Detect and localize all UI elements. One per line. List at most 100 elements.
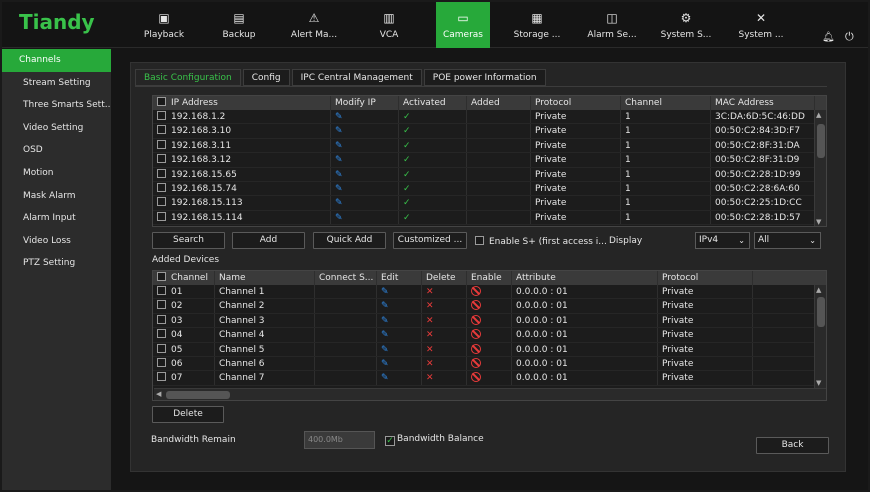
nav-alert[interactable]: ⚠ Alert Ma... <box>287 2 341 48</box>
edit-pencil-icon[interactable]: ✎ <box>335 155 343 165</box>
table-row[interactable]: 192.168.3.12 ✎ ✓ Private 1 00:50:C2:8F:31:D9 <box>153 153 826 168</box>
scroll-left-icon[interactable]: ◀ <box>156 390 161 398</box>
table-row[interactable]: 02 Channel 2 ✎ ✕ 0.0.0.0 : 01 Private <box>153 299 826 314</box>
row-checkbox[interactable] <box>157 168 166 178</box>
quick-add-button[interactable]: Quick Add <box>313 232 386 249</box>
table-row[interactable]: 192.168.15.65 ✎ ✓ Private 1 00:50:C2:28:1D:99 <box>153 167 826 182</box>
enable-splus-checkbox[interactable]: Enable S+ (first access i... <box>475 236 607 247</box>
delete-x-icon[interactable]: ✕ <box>426 287 434 297</box>
table-row[interactable]: 192.168.15.114 ✎ ✓ Private 1 00:50:C2:28:1D:5… <box>153 210 826 226</box>
disabled-icon[interactable] <box>471 300 481 311</box>
nav-vca[interactable]: ▥ VCA <box>362 2 416 48</box>
row-checkbox[interactable] <box>157 183 166 192</box>
sidebar-item-stream-setting[interactable]: Stream Setting <box>2 72 111 95</box>
delete-x-icon[interactable]: ✕ <box>426 373 434 383</box>
edit-pencil-icon[interactable]: ✎ <box>381 359 389 369</box>
row-checkbox[interactable] <box>157 125 166 135</box>
disabled-icon[interactable] <box>471 286 481 296</box>
row-checkbox[interactable] <box>157 286 166 295</box>
bell-icon[interactable]: 🔔︎ <box>822 32 835 43</box>
disabled-icon[interactable] <box>471 372 481 383</box>
edit-pencil-icon[interactable]: ✎ <box>335 213 343 223</box>
row-checkbox[interactable] <box>157 358 166 367</box>
select-all-checkbox[interactable] <box>157 272 166 281</box>
sidebar-item-video-loss[interactable]: Video Loss <box>2 230 111 253</box>
nav-camera[interactable]: ▭ Cameras <box>436 2 490 48</box>
edit-pencil-icon[interactable]: ✎ <box>335 184 343 194</box>
scroll-thumb[interactable] <box>817 124 825 158</box>
disabled-icon[interactable] <box>471 343 481 354</box>
row-checkbox[interactable] <box>157 329 166 339</box>
edit-pencil-icon[interactable]: ✎ <box>381 330 389 340</box>
edit-pencil-icon[interactable]: ✎ <box>335 126 343 136</box>
scroll-down-icon[interactable]: ▼ <box>816 218 821 226</box>
sidebar-item-mask-alarm[interactable]: Mask Alarm <box>2 185 111 208</box>
delete-x-icon[interactable]: ✕ <box>426 301 434 311</box>
sidebar-item-osd[interactable]: OSD <box>2 139 111 162</box>
power-icon[interactable]: ⏻ <box>845 30 854 44</box>
scroll-down-icon[interactable]: ▼ <box>816 379 821 387</box>
row-checkbox[interactable] <box>157 343 166 353</box>
sidebar-item-channels[interactable]: Channels <box>2 49 111 72</box>
search-table-scrollbar[interactable]: ▲ ▼ <box>814 110 826 226</box>
nav-system-tools[interactable]: ✕ System ... <box>734 2 788 48</box>
row-checkbox[interactable] <box>157 372 166 382</box>
row-checkbox[interactable] <box>157 314 166 324</box>
nav-storage[interactable]: ▦ Storage ... <box>510 2 564 48</box>
checkbox[interactable] <box>475 236 484 245</box>
delete-x-icon[interactable]: ✕ <box>426 359 434 369</box>
table-row[interactable]: 192.168.1.2 ✎ ✓ Private 1 3C:DA:6D:5C:46:DD <box>153 110 826 125</box>
back-button[interactable]: Back <box>756 437 829 454</box>
row-checkbox[interactable] <box>157 111 166 120</box>
table-row[interactable]: 192.168.3.10 ✎ ✓ Private 1 00:50:C2:84:3D:F7 <box>153 124 826 139</box>
row-checkbox[interactable] <box>157 154 166 164</box>
delete-x-icon[interactable]: ✕ <box>426 330 434 340</box>
sidebar-item-three-smarts-sett[interactable]: Three Smarts Sett... <box>2 94 111 117</box>
disabled-icon[interactable] <box>471 314 481 325</box>
table-row[interactable]: 192.168.15.74 ✎ ✓ Private 1 00:50:C2:28:6A:60 <box>153 182 826 197</box>
sidebar-item-alarm-input[interactable]: Alarm Input <box>2 207 111 230</box>
edit-pencil-icon[interactable]: ✎ <box>335 112 343 122</box>
checkmark-icon[interactable]: ✓ <box>385 436 395 446</box>
hscroll-thumb[interactable] <box>166 391 230 399</box>
filter-select[interactable]: All ⌄ <box>754 232 821 249</box>
tab-poe-power-information[interactable]: POE power Information <box>423 69 546 86</box>
delete-x-icon[interactable]: ✕ <box>426 316 434 326</box>
edit-pencil-icon[interactable]: ✎ <box>381 287 389 297</box>
disabled-icon[interactable] <box>471 329 481 340</box>
edit-pencil-icon[interactable]: ✎ <box>381 345 389 355</box>
added-table-scrollbar[interactable]: ▲ ▼ <box>814 285 826 388</box>
table-row[interactable]: 06 Channel 6 ✎ ✕ 0.0.0.0 : 01 Private <box>153 357 826 372</box>
delete-button[interactable]: Delete <box>152 406 224 423</box>
edit-pencil-icon[interactable]: ✎ <box>381 316 389 326</box>
scroll-up-icon[interactable]: ▲ <box>816 286 821 294</box>
display-select[interactable]: IPv4 ⌄ <box>695 232 750 249</box>
sidebar-item-motion[interactable]: Motion <box>2 162 111 185</box>
table-row[interactable]: 01 Channel 1 ✎ ✕ 0.0.0.0 : 01 Private <box>153 285 826 300</box>
sidebar-item-video-setting[interactable]: Video Setting <box>2 117 111 140</box>
edit-pencil-icon[interactable]: ✎ <box>381 301 389 311</box>
delete-x-icon[interactable]: ✕ <box>426 345 434 355</box>
row-checkbox[interactable] <box>157 139 166 149</box>
row-checkbox[interactable] <box>157 197 166 207</box>
nav-playback[interactable]: ▣ Playback <box>137 2 191 48</box>
nav-system-settings[interactable]: ⚙ System S... <box>659 2 713 48</box>
row-checkbox[interactable] <box>157 300 166 310</box>
added-table-hscrollbar[interactable]: ◀ ▶ <box>154 388 826 400</box>
tab-ipc-central-management[interactable]: IPC Central Management <box>291 69 422 86</box>
search-button[interactable]: Search <box>152 232 225 249</box>
bandwidth-balance-checkbox[interactable]: ✓ Bandwidth Balance <box>385 434 484 446</box>
edit-pencil-icon[interactable]: ✎ <box>335 141 343 151</box>
tab-config[interactable]: Config <box>242 69 290 86</box>
edit-pencil-icon[interactable]: ✎ <box>335 170 343 180</box>
sidebar-item-ptz-setting[interactable]: PTZ Setting <box>2 252 111 275</box>
table-row[interactable]: 192.168.3.11 ✎ ✓ Private 1 00:50:C2:8F:31:DA <box>153 138 826 154</box>
customized-button[interactable]: Customized ... <box>393 232 467 249</box>
table-row[interactable]: 07 Channel 7 ✎ ✕ 0.0.0.0 : 01 Private <box>153 371 826 386</box>
scroll-up-icon[interactable]: ▲ <box>816 111 821 119</box>
table-row[interactable]: 192.168.15.113 ✎ ✓ Private 1 00:50:C2:25:1D:C… <box>153 196 826 211</box>
table-row[interactable]: 03 Channel 3 ✎ ✕ 0.0.0.0 : 01 Private <box>153 313 826 329</box>
edit-pencil-icon[interactable]: ✎ <box>381 373 389 383</box>
select-all-checkbox[interactable] <box>157 97 166 106</box>
tab-basic-configuration[interactable]: Basic Configuration <box>135 69 241 86</box>
